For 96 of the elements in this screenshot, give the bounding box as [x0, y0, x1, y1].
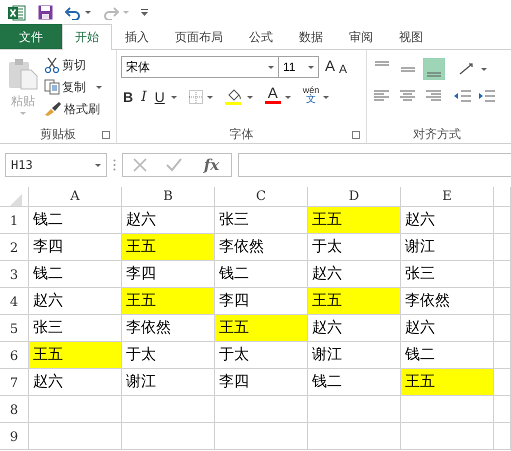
table-cell [494, 423, 511, 450]
copy-button[interactable]: 复制 [42, 76, 104, 98]
row-header[interactable]: 1 [0, 207, 29, 234]
brush-icon [44, 101, 62, 117]
ribbon-tab[interactable]: 公式 [236, 24, 286, 49]
bottom-align-icon[interactable] [423, 58, 445, 80]
dialog-launcher-icon[interactable] [352, 131, 360, 139]
ribbon-tab[interactable]: 数据 [286, 24, 336, 49]
shrink-font-button[interactable]: A [337, 56, 350, 78]
table-cell: 谢江 [401, 234, 494, 261]
table-cell: 赵六 [308, 315, 401, 342]
table-cell: 李四 [215, 369, 308, 396]
font-name-field[interactable]: 宋体 [121, 56, 279, 78]
column-header[interactable]: B [122, 187, 215, 207]
table-cell: 王五 [308, 207, 401, 234]
row-header[interactable]: 7 [0, 369, 29, 396]
caret-icon[interactable] [85, 11, 91, 14]
phonetic-guide-button[interactable]: wén 文 [302, 86, 320, 108]
row-header[interactable]: 5 [0, 315, 29, 342]
customize-menu-icon[interactable] [141, 9, 148, 16]
table-cell [494, 396, 511, 423]
table-cell: 王五 [308, 288, 401, 315]
table-cell [494, 234, 511, 261]
table-cell: 赵六 [401, 315, 494, 342]
format-painter-button[interactable]: 格式刷 [42, 98, 104, 120]
undo-icon[interactable] [65, 6, 81, 20]
group-label: 剪贴板 [40, 126, 76, 143]
table-cell: 赵六 [401, 207, 494, 234]
increase-indent-icon[interactable] [477, 88, 497, 104]
table-cell: 于太 [308, 234, 401, 261]
file-tab[interactable]: 文件 [0, 24, 62, 49]
table-cell: 钱二 [29, 261, 122, 288]
caret-icon[interactable] [246, 96, 253, 98]
row-header[interactable]: 9 [0, 423, 29, 450]
bold-button[interactable]: B [121, 86, 136, 108]
ribbon-tab[interactable]: 插入 [112, 24, 162, 49]
ribbon-tab[interactable]: 页面布局 [162, 24, 236, 49]
cut-button[interactable]: 剪切 [42, 54, 104, 76]
decrease-indent-icon[interactable] [453, 88, 473, 104]
caret-icon[interactable] [284, 96, 291, 98]
row-header[interactable]: 8 [0, 396, 29, 423]
caret-icon[interactable] [323, 96, 330, 98]
copy-icon [44, 79, 60, 95]
group-label: 对齐方式 [413, 126, 461, 143]
caret-icon[interactable] [206, 96, 213, 98]
table-cell: 李依然 [215, 234, 308, 261]
column-header[interactable]: E [401, 187, 494, 207]
table-cell [494, 315, 511, 342]
save-icon[interactable] [38, 5, 53, 20]
dialog-launcher-icon[interactable] [102, 131, 110, 139]
font-color-button[interactable]: A [264, 86, 281, 108]
table-cell: 王五 [401, 369, 494, 396]
table-cell: 谢江 [308, 342, 401, 369]
caret-icon[interactable] [481, 68, 487, 70]
row-header[interactable]: 4 [0, 288, 29, 315]
table-cell: 王五 [122, 234, 215, 261]
clipboard-icon [8, 58, 38, 90]
caret-icon[interactable] [96, 86, 102, 88]
table-cell: 王五 [215, 315, 308, 342]
table-cell [494, 342, 511, 369]
caret-icon [20, 112, 26, 115]
table-cell: 钱二 [215, 261, 308, 288]
scissors-icon [44, 57, 60, 73]
group-label: 字体 [230, 126, 254, 143]
ribbon-tab[interactable]: 视图 [386, 24, 436, 49]
table-cell: 赵六 [29, 369, 122, 396]
column-header[interactable]: C [215, 187, 308, 207]
underline-button[interactable]: U [152, 86, 167, 108]
table-cell: 谢江 [122, 369, 215, 396]
borders-icon[interactable] [188, 90, 203, 104]
caret-icon[interactable] [170, 96, 177, 98]
ribbon-tab[interactable]: 审阅 [336, 24, 386, 49]
table-cell: 张三 [401, 261, 494, 288]
formula-input[interactable] [238, 153, 511, 177]
table-cell [494, 288, 511, 315]
table-cell [494, 369, 511, 396]
italic-button[interactable]: I [139, 86, 149, 108]
excel-logo-icon [8, 4, 26, 20]
table-cell: 李依然 [401, 288, 494, 315]
table-cell: 于太 [122, 342, 215, 369]
column-header[interactable]: A [29, 187, 122, 207]
insert-function-button[interactable]: fx [202, 154, 222, 176]
name-box[interactable]: H13 [5, 153, 107, 177]
grow-font-button[interactable]: A [323, 56, 338, 78]
fill-color-icon[interactable] [224, 89, 243, 105]
row-header[interactable]: 2 [0, 234, 29, 261]
grip-icon [113, 159, 116, 171]
font-size-field[interactable]: 11 [279, 56, 319, 78]
table-cell: 王五 [122, 288, 215, 315]
table-cell: 于太 [215, 342, 308, 369]
ribbon-tab[interactable]: 开始 [62, 24, 112, 50]
row-header[interactable]: 3 [0, 261, 29, 288]
table-cell [494, 261, 511, 288]
table-cell: 钱二 [29, 207, 122, 234]
table-cell: 王五 [29, 342, 122, 369]
table-cell [494, 207, 511, 234]
